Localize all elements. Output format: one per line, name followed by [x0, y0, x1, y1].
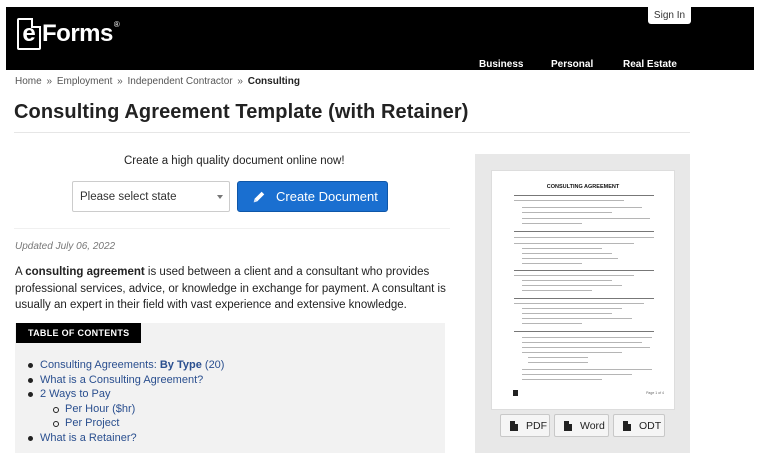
- nav-real-estate[interactable]: Real Estate: [623, 59, 677, 70]
- breadcrumb-independent-contractor[interactable]: Independent Contractor: [128, 76, 233, 87]
- toc-item-what-is-consulting[interactable]: What is a Consulting Agreement?: [28, 373, 224, 388]
- document-preview-thumbnail[interactable]: CONSULTING AGREEMENT Page 1 of 4: [491, 170, 675, 410]
- pencil-icon: [253, 191, 265, 202]
- registered-mark: ®: [113, 19, 120, 29]
- create-document-label: Create Document: [276, 189, 378, 204]
- breadcrumb-employment[interactable]: Employment: [57, 76, 113, 87]
- toc-item-what-is-retainer[interactable]: What is a Retainer?: [28, 431, 224, 446]
- preview-page-label: Page 1 of 4: [646, 391, 664, 395]
- toc-item-label: Consulting Agreements:: [40, 359, 160, 371]
- download-word-label: Word: [580, 419, 605, 432]
- preview-text-line: [522, 258, 618, 259]
- create-prompt: Create a high quality document online no…: [124, 155, 345, 167]
- toc-item-consulting-agreements[interactable]: Consulting Agreements: By Type (20): [28, 358, 224, 373]
- odt-file-icon: [623, 420, 631, 431]
- caret-down-icon: [217, 195, 223, 199]
- breadcrumb: Home » Employment » Independent Contract…: [15, 76, 300, 87]
- toc-list: Consulting Agreements: By Type (20) What…: [28, 358, 224, 445]
- sign-in-button[interactable]: Sign In: [648, 7, 691, 24]
- eforms-logo[interactable]: e Forms ®: [17, 18, 120, 50]
- updated-date: Updated July 06, 2022: [15, 241, 116, 252]
- preview-text-line: [522, 313, 612, 314]
- preview-text-line: [514, 231, 654, 233]
- intro-lead: A: [15, 266, 26, 278]
- preview-text-line: [522, 248, 602, 249]
- state-select-value: Please select state: [80, 190, 177, 203]
- breadcrumb-current: Consulting: [247, 76, 300, 87]
- preview-text-line: [528, 362, 588, 363]
- preview-text-line: [522, 212, 612, 213]
- document-icon: e: [17, 18, 41, 50]
- title-divider: [14, 132, 690, 133]
- preview-text-line: [522, 347, 650, 348]
- logo-text: Forms: [42, 20, 113, 47]
- preview-text-line: [522, 374, 632, 375]
- state-select[interactable]: Please select state: [72, 181, 230, 212]
- download-word-button[interactable]: Word: [554, 414, 609, 437]
- breadcrumb-separator: »: [46, 76, 53, 87]
- preview-text-line: [514, 303, 644, 304]
- download-pdf-label: PDF: [526, 419, 547, 432]
- word-file-icon: [564, 420, 572, 431]
- preview-text-line: [522, 280, 612, 281]
- preview-text-line: [514, 331, 654, 333]
- preview-text-line: [514, 195, 654, 197]
- create-document-button[interactable]: Create Document: [237, 181, 388, 212]
- toc-subitem-per-hour[interactable]: Per Hour ($hr): [28, 402, 224, 417]
- preview-text-line: [522, 323, 582, 324]
- breadcrumb-separator: »: [237, 76, 243, 87]
- preview-text-line: [522, 290, 592, 291]
- preview-text-line: [522, 337, 652, 338]
- pdf-file-icon: [510, 420, 518, 431]
- breadcrumb-separator: »: [117, 76, 123, 87]
- section-divider: [14, 228, 450, 229]
- preview-text-line: [514, 237, 654, 238]
- toc-header: TABLE OF CONTENTS: [16, 323, 142, 343]
- toc-item-label-bold: By Type: [159, 359, 202, 371]
- preview-text-line: [522, 253, 612, 254]
- preview-text-line: [522, 223, 582, 224]
- breadcrumb-home[interactable]: Home: [15, 76, 42, 87]
- toc-item-ways-to-pay[interactable]: 2 Ways to Pay: [28, 387, 224, 402]
- preview-doc-title: CONSULTING AGREEMENT: [546, 184, 620, 190]
- preview-text-line: [514, 270, 654, 272]
- page-title: Consulting Agreement Template (with Reta…: [14, 101, 469, 123]
- nav-business[interactable]: Business: [479, 59, 523, 70]
- toc-item-count: (20): [201, 359, 225, 371]
- preview-text-line: [528, 357, 588, 358]
- preview-text-line: [522, 342, 642, 343]
- preview-text-line: [522, 318, 632, 319]
- preview-text-line: [522, 352, 622, 353]
- download-pdf-button[interactable]: PDF: [500, 414, 550, 437]
- preview-text-line: [522, 308, 622, 309]
- download-odt-button[interactable]: ODT: [613, 414, 665, 437]
- preview-text-line: [514, 243, 634, 244]
- preview-text-line: [522, 263, 582, 264]
- preview-text-line: [522, 379, 602, 380]
- preview-text-line: [514, 275, 634, 276]
- intro-term: consulting agreement: [25, 266, 145, 278]
- preview-text-line: [514, 298, 654, 300]
- site-header: e Forms ® Sign In Business Personal Real…: [6, 7, 754, 70]
- preview-text-line: [522, 285, 622, 286]
- preview-text-line: [522, 207, 642, 208]
- logo-prefix: e: [22, 20, 36, 47]
- nav-personal[interactable]: Personal: [551, 59, 593, 70]
- toc-subitem-per-project[interactable]: Per Project: [28, 416, 224, 431]
- preview-logo-icon: [513, 390, 518, 396]
- download-odt-label: ODT: [639, 419, 662, 432]
- preview-text-line: [522, 218, 650, 219]
- intro-paragraph: A consulting agreement is used between a…: [15, 264, 455, 314]
- preview-text-line: [514, 200, 624, 201]
- preview-text-line: [522, 369, 652, 370]
